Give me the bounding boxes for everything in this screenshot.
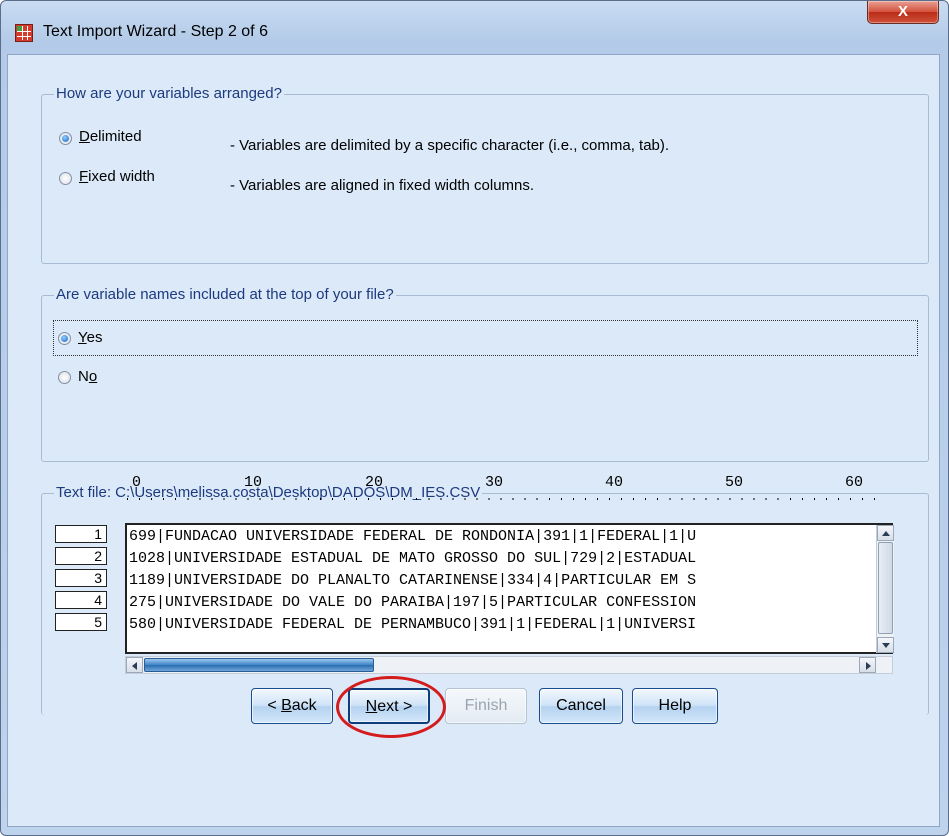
finish-button: Finish bbox=[445, 688, 527, 724]
close-button[interactable]: X bbox=[867, 1, 939, 24]
row-number: 5 bbox=[55, 613, 107, 631]
scroll-left-button[interactable] bbox=[126, 657, 143, 673]
back-button[interactable]: < Back bbox=[251, 688, 333, 724]
vertical-scroll-thumb[interactable] bbox=[878, 542, 893, 634]
arrow-right-icon bbox=[866, 662, 871, 670]
variable-names-legend: Are variable names included at the top o… bbox=[54, 286, 396, 304]
preview-line: 1189|UNIVERSIDADE DO PLANALTO CATARINENS… bbox=[129, 572, 697, 589]
row-number: 4 bbox=[55, 591, 107, 609]
preview-line: 275|UNIVERSIDADE DO VALE DO PARAIBA|197|… bbox=[129, 594, 697, 611]
arrangement-legend: How are your variables arranged? bbox=[54, 85, 284, 103]
preview-line: 1028|UNIVERSIDADE ESTADUAL DE MATO GROSS… bbox=[129, 550, 697, 567]
row-number: 3 bbox=[55, 569, 107, 587]
fixed-width-description: - Variables are aligned in fixed width c… bbox=[230, 177, 535, 194]
delimited-label[interactable]: Delimited bbox=[79, 128, 142, 146]
arrow-down-icon bbox=[882, 643, 890, 648]
yes-focus-rect bbox=[53, 320, 918, 356]
no-radio[interactable] bbox=[58, 371, 71, 384]
fixed-width-radio[interactable] bbox=[59, 172, 72, 185]
spss-grid-icon bbox=[15, 24, 33, 42]
yes-label[interactable]: Yes bbox=[78, 329, 102, 347]
help-button[interactable]: Help bbox=[632, 688, 718, 724]
row-number: 1 bbox=[55, 525, 107, 543]
ruler-label-20: 20 bbox=[365, 474, 384, 491]
delimited-radio[interactable] bbox=[59, 132, 72, 145]
preview-line: 699|FUNDACAO UNIVERSIDADE FEDERAL DE RON… bbox=[129, 528, 697, 545]
ruler-label-60: 60 bbox=[845, 474, 864, 491]
ruler-ticks bbox=[127, 494, 877, 500]
ruler-label-0: 0 bbox=[132, 474, 142, 491]
scroll-right-button[interactable] bbox=[859, 657, 876, 673]
cancel-button[interactable]: Cancel bbox=[539, 688, 623, 724]
title-bar[interactable]: Text Import Wizard - Step 2 of 6 X bbox=[1, 1, 948, 43]
file-preview-box[interactable]: 699|FUNDACAO UNIVERSIDADE FEDERAL DE RON… bbox=[125, 523, 893, 654]
ruler-label-50: 50 bbox=[725, 474, 744, 491]
window-title: Text Import Wizard - Step 2 of 6 bbox=[43, 23, 268, 40]
next-highlight-circle bbox=[336, 676, 446, 738]
column-ruler: 0 10 20 30 40 50 60 bbox=[127, 475, 877, 505]
preview-line: 580|UNIVERSIDADE FEDERAL DE PERNAMBUCO|3… bbox=[129, 616, 697, 633]
vertical-scrollbar[interactable] bbox=[876, 525, 894, 653]
ruler-label-40: 40 bbox=[605, 474, 624, 491]
no-label[interactable]: No bbox=[78, 368, 97, 386]
fixed-width-label[interactable]: Fixed width bbox=[79, 168, 155, 186]
row-number: 2 bbox=[55, 547, 107, 565]
scroll-down-button[interactable] bbox=[877, 637, 894, 653]
ruler-label-30: 30 bbox=[485, 474, 504, 491]
scroll-up-button[interactable] bbox=[877, 525, 894, 541]
arrow-left-icon bbox=[132, 662, 137, 670]
yes-radio[interactable] bbox=[58, 332, 71, 345]
row-number-column: 1 2 3 4 5 bbox=[55, 525, 110, 655]
delimited-description: - Variables are delimited by a specific … bbox=[230, 137, 670, 154]
arrow-up-icon bbox=[882, 531, 890, 536]
ruler-label-10: 10 bbox=[244, 474, 263, 491]
horizontal-scrollbar[interactable] bbox=[125, 656, 893, 674]
horizontal-scroll-thumb[interactable] bbox=[144, 658, 374, 672]
